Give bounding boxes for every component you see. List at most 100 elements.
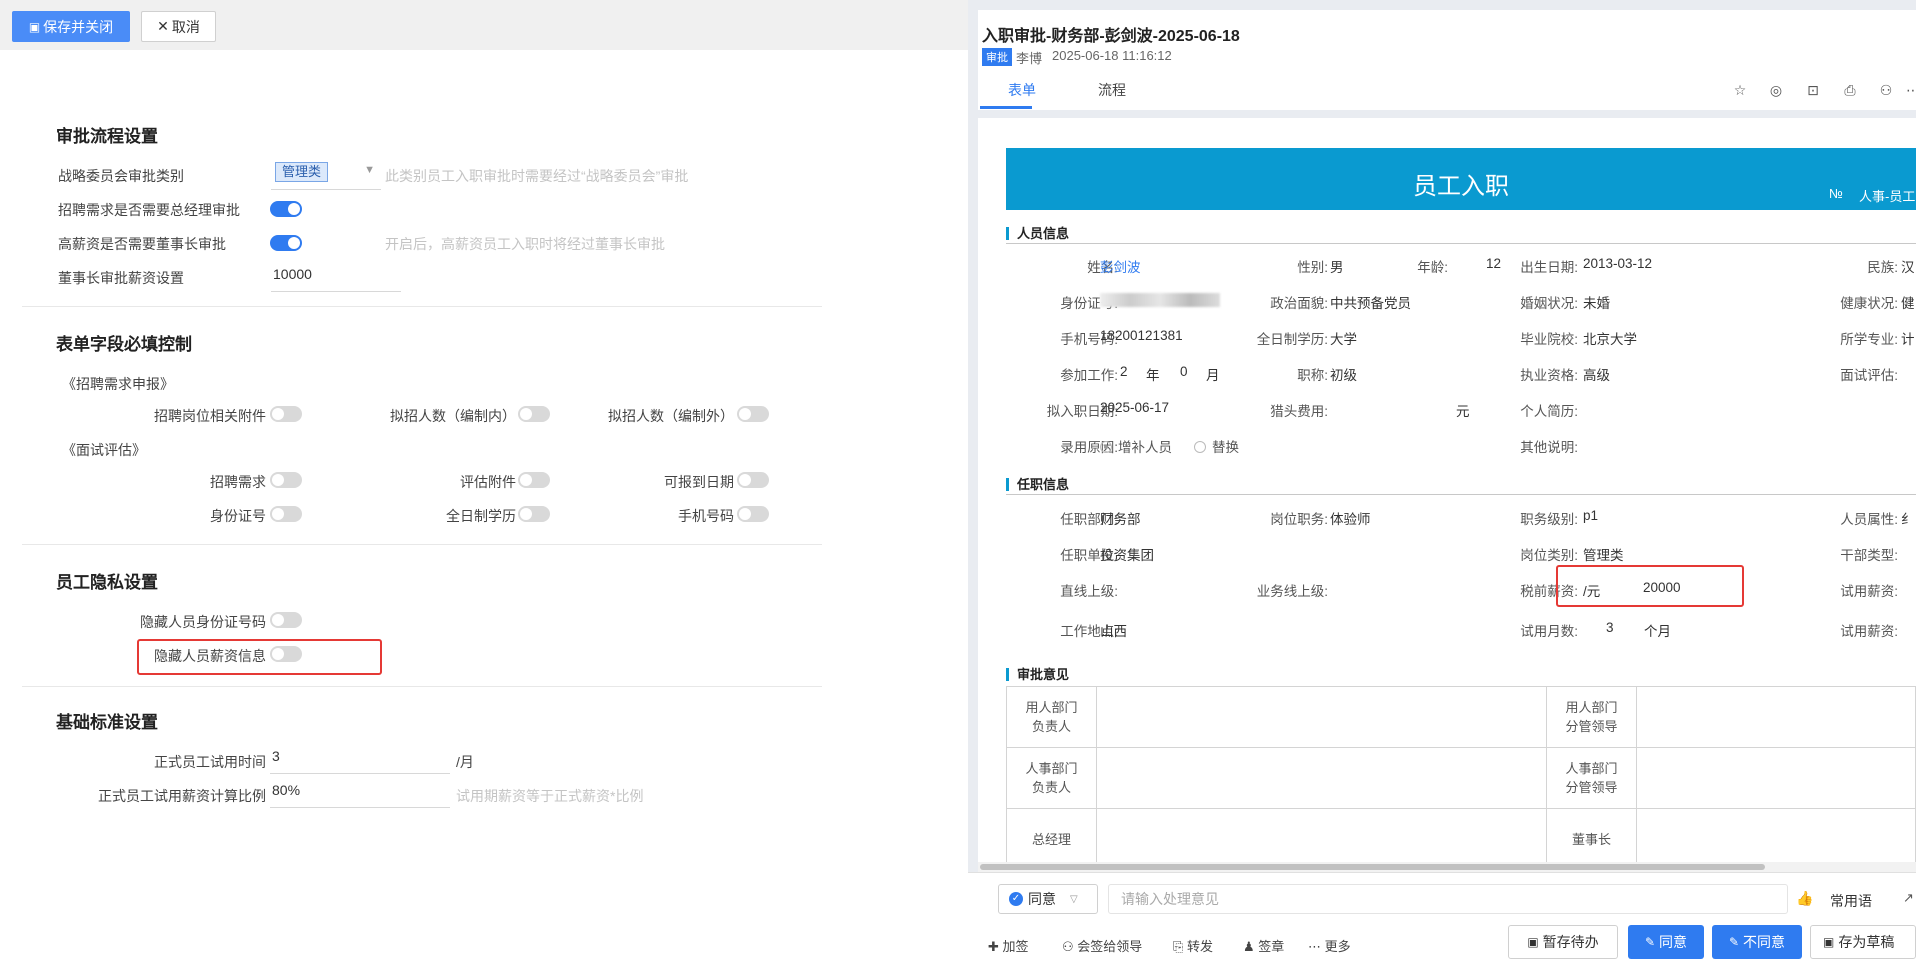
star-icon[interactable]: ☆ <box>1730 80 1750 100</box>
opinion-input[interactable]: 请输入处理意见 <box>1108 884 1788 914</box>
close-icon: ✕ <box>157 18 169 34</box>
field-label: 可报到日期 <box>664 474 734 490</box>
name-value[interactable]: 彭剑波 <box>1100 256 1141 276</box>
reject-button[interactable]: ✎ 不同意 <box>1712 925 1802 959</box>
opinion-cell[interactable] <box>1096 747 1547 809</box>
required-toggle[interactable] <box>270 406 302 422</box>
save-pending-button[interactable]: ▣ 暂存待办 <box>1508 925 1618 959</box>
add-sign-button[interactable]: ✚ 加签 <box>988 936 1029 955</box>
field-label: 招聘需求 <box>210 474 266 490</box>
divider <box>22 686 822 687</box>
required-toggle[interactable] <box>518 506 550 522</box>
field-label: 试用薪资: <box>1840 624 1898 639</box>
unit-value: 投资集团 <box>1100 548 1154 563</box>
approve-button[interactable]: ✎ 同意 <box>1628 925 1704 959</box>
location-value: 山西 <box>1100 624 1127 639</box>
field-label: 所学专业: <box>1840 332 1898 347</box>
form-no-value: 人事-员工 <box>1859 189 1916 204</box>
field-label: 健康状况: <box>1840 296 1898 311</box>
tab-form[interactable]: 表单 <box>1008 80 1036 100</box>
chairman-salary-input[interactable]: 10000 <box>271 266 401 292</box>
required-toggle[interactable] <box>518 472 550 488</box>
table-row: 人事部门 负责人 人事部门 分管领导 <box>1006 747 1916 809</box>
required-toggle[interactable] <box>737 406 769 422</box>
radio-icon <box>1100 441 1112 453</box>
cancel-button[interactable]: ✕ 取消 <box>141 11 216 42</box>
id-number-masked <box>1100 293 1220 307</box>
document-time: 2025-06-18 11:16:12 <box>1052 48 1172 63</box>
required-toggle[interactable] <box>737 506 769 522</box>
tab-flow[interactable]: 流程 <box>1098 80 1126 100</box>
opinion-cell[interactable] <box>1636 686 1916 748</box>
field-label: 民族: <box>1867 260 1898 275</box>
save-icon: ▣ <box>1527 935 1539 949</box>
opinion-cell[interactable] <box>1636 808 1916 864</box>
forward-button[interactable]: ⎘ 转发 <box>1173 936 1213 955</box>
chairman-approval-toggle[interactable] <box>270 235 302 251</box>
strategy-tag: 管理类 <box>275 162 329 182</box>
check-circle-icon: ✓ <box>1009 892 1023 906</box>
field-label: 年龄: <box>1417 260 1448 275</box>
field-label: 个人简历: <box>1520 404 1578 419</box>
opinion-cell[interactable] <box>1636 747 1916 809</box>
phone-value: 18200121381 <box>1100 328 1183 343</box>
common-phrases-button[interactable]: 常用语 <box>1830 891 1872 911</box>
opinion-cell[interactable] <box>1096 686 1547 748</box>
document-title: 入职审批-财务部-彭剑波-2025-06-18 <box>982 28 1240 45</box>
work-month-value: 0 <box>1180 364 1188 379</box>
probation-input[interactable]: 3 <box>270 748 450 774</box>
table-row: 总经理 董事长 <box>1006 808 1916 864</box>
ratio-input[interactable]: 80% <box>270 782 450 808</box>
required-toggle[interactable] <box>270 472 302 488</box>
highlight-box <box>137 639 382 675</box>
ratio-hint: 试用期薪资等于正式薪资*比例 <box>456 788 644 804</box>
hide-id-toggle[interactable] <box>270 612 302 628</box>
scrollbar-thumb[interactable] <box>980 864 1765 870</box>
reason-option-2[interactable]: 替换 <box>1194 436 1239 456</box>
reason-option-1[interactable]: 增补人员 <box>1100 436 1172 456</box>
required-toggle[interactable] <box>737 472 769 488</box>
group-recruit-label: 《招聘需求申报》 <box>62 376 174 392</box>
countersign-button[interactable]: ⚇ 会签给领导 <box>1062 936 1142 955</box>
horizontal-scrollbar[interactable] <box>978 862 1916 872</box>
required-toggle[interactable] <box>518 406 550 422</box>
agree-select[interactable]: ✓ 同意 ▽ <box>998 884 1098 914</box>
gm-approval-toggle[interactable] <box>270 201 302 217</box>
opinion-title: 审批意见 <box>1006 668 1069 681</box>
section-line <box>1006 243 1916 244</box>
chevron-down-icon: ▼ <box>364 164 375 176</box>
field-label: 猎头费用: <box>1270 404 1328 419</box>
field-label: 评估附件 <box>460 474 516 490</box>
field-label: 毕业院校: <box>1520 332 1578 347</box>
divider <box>22 544 822 545</box>
author-name: 李博 <box>1016 51 1043 66</box>
strategy-select[interactable]: 管理类 ▼ <box>271 160 381 190</box>
field-label: 出生日期: <box>1520 260 1578 275</box>
post-value: 体验师 <box>1330 512 1371 527</box>
chairman-hint: 开启后，高薪资员工入职时将经过董事长审批 <box>385 236 665 252</box>
section-approval-title: 审批流程设置 <box>56 127 158 146</box>
more-button[interactable]: ⋯ 更多 <box>1308 936 1351 955</box>
save-draft-button[interactable]: ▣ 存为草稿 <box>1810 925 1916 959</box>
settings-page: ▣ 保存并关闭 ✕ 取消 审批流程设置 战略委员会审批类别 管理类 ▼ 此类别员工入… <box>0 0 968 945</box>
target-icon[interactable]: ◎ <box>1766 80 1786 100</box>
thumbs-up-icon[interactable]: 👍 <box>1796 890 1813 907</box>
print-icon[interactable]: ⎙ <box>1840 80 1860 100</box>
expand-icon[interactable]: ↗ <box>1903 890 1914 906</box>
field-label: 手机号码 <box>678 508 734 524</box>
users-icon[interactable]: ⚇ <box>1876 80 1896 100</box>
section-privacy-title: 员工隐私设置 <box>56 573 158 592</box>
work-year-value: 2 <box>1120 364 1128 379</box>
birth-value: 2013-03-12 <box>1583 256 1653 271</box>
field-label: 其他说明: <box>1520 440 1578 455</box>
highlight-box <box>1556 565 1744 607</box>
field-label: 参加工作: <box>1060 368 1118 383</box>
job-info-title: 任职信息 <box>1006 478 1069 491</box>
more-icon[interactable]: ⋯ <box>1903 80 1916 100</box>
opinion-cell[interactable] <box>1096 808 1547 864</box>
divider <box>22 306 822 307</box>
required-toggle[interactable] <box>270 506 302 522</box>
inbox-icon[interactable]: ⊡ <box>1803 80 1823 100</box>
save-close-button[interactable]: ▣ 保存并关闭 <box>12 11 130 42</box>
stamp-button[interactable]: ♟ 签章 <box>1243 936 1284 955</box>
